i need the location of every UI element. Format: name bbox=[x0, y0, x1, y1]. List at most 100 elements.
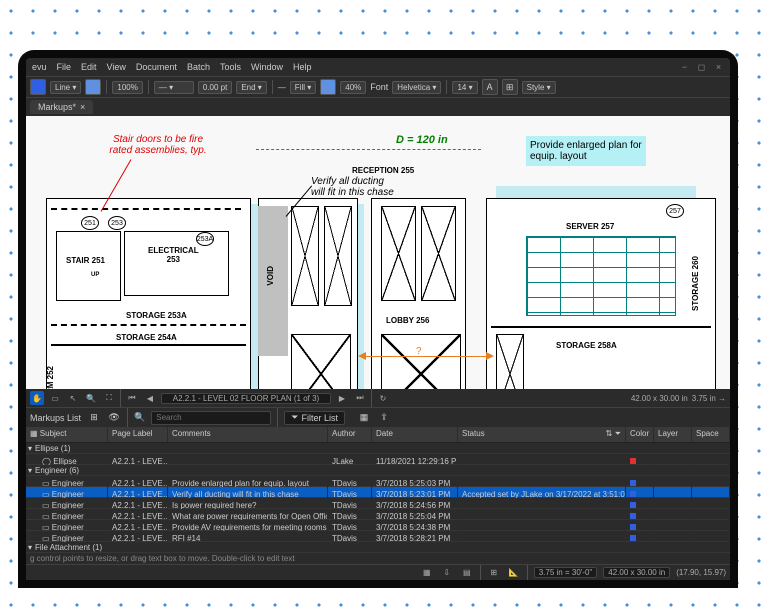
maximize-button[interactable]: ◻ bbox=[696, 62, 707, 73]
columns-icon[interactable]: ▦ bbox=[357, 411, 371, 425]
line-style-dropdown[interactable]: — ▾ bbox=[154, 81, 194, 94]
fill-color[interactable] bbox=[320, 79, 336, 95]
grid-icon[interactable]: ⊞ bbox=[487, 566, 501, 580]
menu-window[interactable]: Window bbox=[251, 62, 283, 72]
markups-search-input[interactable] bbox=[151, 411, 271, 425]
markup-group-ellipse[interactable]: ▾Ellipse (1) bbox=[26, 443, 730, 454]
app-name: evu bbox=[32, 62, 47, 72]
collapse-icon[interactable]: ▾ bbox=[28, 543, 32, 552]
select-tool-icon[interactable]: ▭ bbox=[48, 391, 62, 405]
opacity[interactable]: 40% bbox=[340, 81, 366, 94]
markups-title: Markups List bbox=[30, 413, 81, 423]
menu-edit[interactable]: Edit bbox=[81, 62, 97, 72]
markup-row[interactable]: ▭ Engineer A2.2.1 - LEVE… Is power requi… bbox=[26, 498, 730, 509]
markups-panel-header: Markups List ⊞ 👁 🔍 ⏷ Filter List ▦ ⇪ bbox=[26, 407, 730, 427]
hint-text: g control points to resize, or drag text… bbox=[26, 553, 730, 564]
zoom-icon[interactable]: 🔍 bbox=[84, 391, 98, 405]
menu-file[interactable]: File bbox=[57, 62, 72, 72]
menu-bar: evu File Edit View Document Batch Tools … bbox=[26, 58, 730, 76]
font-size[interactable]: 14 ▾ bbox=[452, 81, 477, 94]
nav-bar: ✋ ▭ ↖ 🔍 ⛶ ⏮ ◀ A2.2.1 - LEVEL 02 FLOOR PL… bbox=[26, 389, 730, 407]
room-label-server: SERVER 257 bbox=[566, 222, 614, 231]
room-label-electrical: ELECTRICAL 253 bbox=[148, 246, 199, 264]
fill-picker[interactable] bbox=[85, 79, 101, 95]
markups-column-headers: ▦ Subject Page Label Comments Author Dat… bbox=[26, 427, 730, 443]
cap-end-dropdown[interactable]: Fill ▾ bbox=[290, 81, 316, 94]
close-tab-icon[interactable]: × bbox=[80, 102, 85, 112]
col-date[interactable]: Date bbox=[372, 427, 458, 442]
markup-row[interactable]: ▭ Engineer A2.2.1 - LEVE… What are power… bbox=[26, 509, 730, 520]
scale-indicator[interactable]: 3.75 in = 30'-0" bbox=[534, 567, 598, 578]
color-picker[interactable] bbox=[30, 79, 46, 95]
panel-menu-icon[interactable]: ⊞ bbox=[87, 411, 101, 425]
text-color[interactable]: A bbox=[482, 79, 498, 95]
col-subject[interactable]: ▦ Subject bbox=[26, 427, 108, 442]
summary-icon[interactable]: ▤ bbox=[460, 566, 474, 580]
prev-page-icon[interactable]: ◀ bbox=[143, 391, 157, 405]
col-page[interactable]: Page Label bbox=[108, 427, 168, 442]
style-dropdown[interactable]: Style ▾ bbox=[522, 81, 556, 94]
server-racks bbox=[526, 236, 676, 316]
markup-row[interactable]: ▭ Engineer A2.2.1 - LEVE… Provide enlarg… bbox=[26, 476, 730, 487]
callout-stair-doors[interactable]: Stair doors to be fire rated assemblies,… bbox=[78, 134, 238, 156]
markup-group-engineer[interactable]: ▾Engineer (6) bbox=[26, 465, 730, 476]
markup-group-file[interactable]: ▾File Attachment (1) bbox=[26, 542, 730, 553]
font-dropdown[interactable]: Helvetica ▾ bbox=[392, 81, 441, 94]
collapse-icon[interactable]: ▾ bbox=[28, 466, 32, 475]
hide-markups-icon[interactable]: 👁 bbox=[107, 411, 121, 425]
markup-row[interactable]: ▭ Engineer A2.2.1 - LEVE… RFI #14 TDavis… bbox=[26, 531, 730, 542]
zoom-extents-icon[interactable]: ⛶ bbox=[102, 391, 116, 405]
line-tool-dropdown[interactable]: Line ▾ bbox=[50, 81, 81, 94]
page-dim: 42.00 x 30.00 in bbox=[603, 567, 670, 578]
room-label-stair: STAIR 251 bbox=[66, 256, 105, 265]
room-tag: 253A bbox=[196, 232, 214, 246]
export-icon[interactable]: ⇪ bbox=[377, 411, 391, 425]
col-comments[interactable]: Comments bbox=[168, 427, 328, 442]
tablet-frame: evu File Edit View Document Batch Tools … bbox=[18, 50, 738, 588]
col-author[interactable]: Author bbox=[328, 427, 372, 442]
pan-tool-icon[interactable]: ✋ bbox=[30, 391, 44, 405]
filter-dropdown[interactable]: ⏷ Filter List bbox=[284, 411, 345, 425]
status-bar: ▦ ⇩ ▤ ⊞ 📐 3.75 in = 30'-0" 42.00 x 30.00… bbox=[26, 564, 730, 580]
callout-server[interactable]: Provide enlarged plan for equip. layout bbox=[526, 136, 646, 166]
import-icon[interactable]: ⇩ bbox=[440, 566, 454, 580]
col-status[interactable]: Status ⇅ ⏷ bbox=[458, 427, 626, 442]
menu-view[interactable]: View bbox=[107, 62, 126, 72]
line-width[interactable]: 0.00 pt bbox=[198, 81, 232, 94]
last-page-icon[interactable]: ⏭ bbox=[353, 391, 367, 405]
markup-row[interactable]: ◯ Ellipse A2.2.1 - LEVE… JLake 11/18/202… bbox=[26, 454, 730, 465]
menu-help[interactable]: Help bbox=[293, 62, 312, 72]
tab-markups[interactable]: Markups*× bbox=[30, 100, 93, 114]
dimension-label[interactable]: D = 120 in bbox=[396, 134, 448, 146]
room-tag: 251 bbox=[81, 216, 99, 230]
room-tag: 257 bbox=[666, 204, 684, 218]
collapse-icon[interactable]: ▾ bbox=[28, 444, 32, 453]
page-indicator[interactable]: A2.2.1 - LEVEL 02 FLOOR PLAN (1 of 3) bbox=[161, 393, 331, 404]
arrow-markup[interactable] bbox=[361, 356, 486, 357]
close-button[interactable]: × bbox=[713, 62, 724, 73]
measure-icon[interactable]: 📐 bbox=[507, 566, 521, 580]
callout-ducting[interactable]: Verify all ducting will fit in this chas… bbox=[311, 176, 451, 198]
property-toolbar: Line ▾ 100% — ▾ 0.00 pt End ▾ — Fill ▾ 4… bbox=[26, 76, 730, 98]
menu-batch[interactable]: Batch bbox=[187, 62, 210, 72]
next-page-icon[interactable]: ▶ bbox=[335, 391, 349, 405]
zoom-dropdown[interactable]: 100% bbox=[112, 81, 142, 94]
first-page-icon[interactable]: ⏮ bbox=[125, 391, 139, 405]
markup-row[interactable]: ▭ Engineer A2.2.1 - LEVE… Provide AV req… bbox=[26, 520, 730, 531]
drawing-canvas[interactable]: STAIR 251 UP ELECTRICAL 253 STORAGE 253A… bbox=[26, 116, 730, 389]
col-layer[interactable]: Layer bbox=[654, 427, 692, 442]
markup-row-selected[interactable]: ▭ Engineer A2.2.1 - LEVE… Verify all duc… bbox=[26, 487, 730, 498]
menu-tools[interactable]: Tools bbox=[220, 62, 241, 72]
filter-icon: ⏷ bbox=[291, 412, 298, 423]
minimize-button[interactable]: − bbox=[679, 62, 690, 73]
col-color[interactable]: Color bbox=[626, 427, 654, 442]
manage-columns-icon[interactable]: ▦ bbox=[420, 566, 434, 580]
cap-start-dropdown[interactable]: End ▾ bbox=[236, 81, 266, 94]
col-space[interactable]: Space bbox=[692, 427, 730, 442]
cursor-position: (17.90, 15.97) bbox=[676, 568, 726, 577]
text-settings-icon[interactable]: ⊞ bbox=[502, 79, 518, 95]
rotate-icon[interactable]: ↻ bbox=[376, 391, 390, 405]
markups-list: ▾Ellipse (1) ◯ Ellipse A2.2.1 - LEVE… JL… bbox=[26, 443, 730, 553]
pointer-icon[interactable]: ↖ bbox=[66, 391, 80, 405]
menu-document[interactable]: Document bbox=[136, 62, 177, 72]
